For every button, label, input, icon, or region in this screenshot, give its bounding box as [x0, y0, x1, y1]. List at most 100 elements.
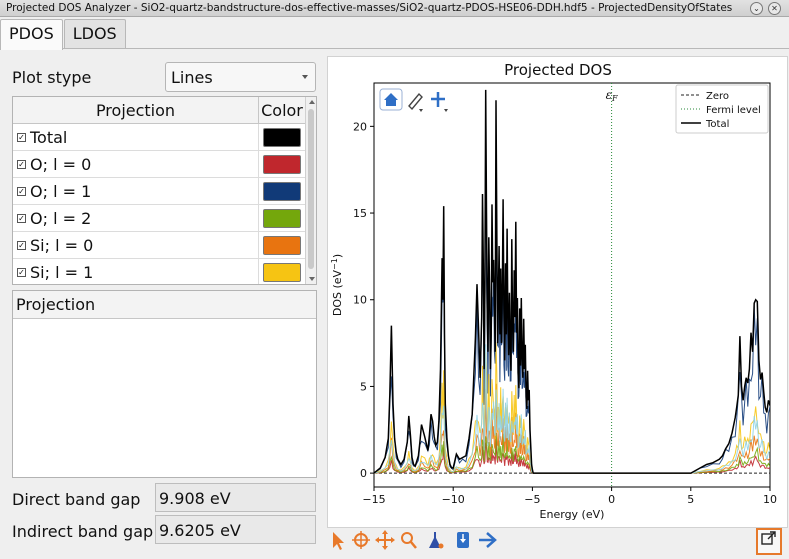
- chevron-down-icon[interactable]: ⌄: [750, 2, 763, 15]
- color-cell: [259, 151, 305, 177]
- total-series-line: [374, 89, 770, 474]
- color-cell: [259, 124, 305, 150]
- projection-label: Si; l = 0: [30, 235, 94, 255]
- chevron-down-icon: [302, 75, 308, 79]
- y-tick-label: 0: [360, 467, 367, 480]
- legend-entry: Fermi level: [706, 105, 761, 116]
- close-icon[interactable]: ✕: [768, 2, 781, 15]
- direct-gap-value: 9.908 eV: [155, 483, 316, 512]
- title-bar: Projected DOS Analyzer - SiO2-quartz-ban…: [0, 0, 789, 17]
- component-series-line: [374, 344, 770, 474]
- pointer-icon[interactable]: [333, 532, 344, 550]
- projection-cell[interactable]: ✓ O; l = 2: [13, 205, 259, 231]
- table-row: ✓ Si; l = 1: [13, 259, 305, 284]
- table-row: ✓ O; l = 2: [13, 205, 305, 232]
- checkbox[interactable]: ✓: [17, 267, 26, 277]
- color-swatch[interactable]: [263, 208, 301, 228]
- column-header-color[interactable]: Color: [259, 97, 305, 123]
- projection-label: O; l = 1: [30, 181, 92, 201]
- plot-canvas[interactable]: Projected DOS −15 −10 −5 0 5 10 0 5 10 15 20 Energy …: [327, 56, 788, 528]
- tab-ldos[interactable]: LDOS: [63, 19, 126, 48]
- table-rows: ✓ Total ✓ O; l = 0 ✓ O; l = 1 ✓ O; l = 2 ✓ Si; l …: [13, 124, 305, 284]
- color-swatch[interactable]: [263, 262, 301, 282]
- legend-entry: Total: [705, 119, 729, 130]
- color-swatch[interactable]: [263, 127, 301, 147]
- column-header-projection[interactable]: Projection: [13, 97, 259, 123]
- scroll-down-icon[interactable]: [309, 277, 315, 281]
- scroll-up-icon[interactable]: [309, 100, 315, 104]
- dos-chart: Projected DOS −15 −10 −5 0 5 10 0 5 10 15 20 Energy …: [330, 61, 777, 521]
- undock-glyph: [761, 531, 776, 545]
- scrollbar-thumb[interactable]: [308, 109, 314, 269]
- table-row: ✓ Si; l = 0: [13, 232, 305, 259]
- undock-icon[interactable]: [756, 528, 782, 555]
- y-tick-label: 15: [353, 207, 367, 220]
- table-row: ✓ O; l = 1: [13, 178, 305, 205]
- edit-caret: [419, 109, 423, 112]
- projection-details-title: Projection: [13, 291, 316, 319]
- projection-label: Total: [30, 127, 68, 147]
- projection-label: O; l = 0: [30, 154, 92, 174]
- figure-options-icon[interactable]: [429, 532, 444, 549]
- forward-icon[interactable]: [479, 532, 497, 548]
- checkbox[interactable]: ✓: [17, 186, 26, 196]
- edit-axes-icon[interactable]: [408, 92, 423, 112]
- crosshair-icon[interactable]: [352, 531, 370, 549]
- component-series-line: [374, 96, 770, 474]
- save-icon[interactable]: [457, 532, 469, 548]
- x-tick-label: −10: [442, 493, 465, 506]
- checkbox[interactable]: ✓: [17, 240, 26, 250]
- tab-pdos[interactable]: PDOS: [0, 19, 63, 50]
- table-row: ✓ Total: [13, 124, 305, 151]
- pan-icon[interactable]: [375, 530, 395, 550]
- fermi-level-label: εF: [606, 88, 618, 103]
- x-axis-label: Energy (eV): [540, 508, 605, 521]
- color-cell: [259, 232, 305, 258]
- x-tick-label: −5: [524, 493, 540, 506]
- projection-cell[interactable]: ✓ Total: [13, 124, 259, 150]
- plot-toolbar-icons: [333, 530, 497, 550]
- plot-style-value: Lines: [171, 68, 213, 87]
- table-header: Projection Color: [13, 97, 305, 124]
- tab-bar: PDOS LDOS: [0, 19, 127, 50]
- app-window: Projected DOS Analyzer - SiO2-quartz-ban…: [0, 0, 789, 559]
- add-caret: [444, 109, 448, 112]
- x-tick-label: 10: [763, 493, 777, 506]
- color-cell: [259, 178, 305, 204]
- color-swatch[interactable]: [263, 235, 301, 255]
- x-tick-label: −15: [362, 493, 385, 506]
- component-series-line: [374, 342, 770, 474]
- x-tick-label: 0: [608, 493, 615, 506]
- legend-entry: Zero: [706, 91, 729, 102]
- color-swatch[interactable]: [263, 154, 301, 174]
- projection-cell[interactable]: ✓ Si; l = 0: [13, 232, 259, 258]
- color-cell: [259, 259, 305, 284]
- table-scrollbar[interactable]: [305, 97, 316, 284]
- projection-label: Si; l = 1: [30, 262, 94, 282]
- window-title: Projected DOS Analyzer - SiO2-quartz-ban…: [6, 2, 733, 14]
- plot-style-label: Plot stype: [12, 68, 92, 87]
- projection-cell[interactable]: ✓ Si; l = 1: [13, 259, 259, 284]
- add-icon[interactable]: [431, 92, 448, 112]
- edit-glyph: [408, 92, 423, 111]
- checkbox[interactable]: ✓: [17, 159, 26, 169]
- chart-title: Projected DOS: [504, 61, 612, 79]
- home-icon[interactable]: [379, 88, 403, 111]
- y-tick-label: 10: [353, 294, 367, 307]
- y-axis-label: DOS (eV−1): [330, 254, 344, 316]
- projection-cell[interactable]: ✓ O; l = 0: [13, 151, 259, 177]
- color-swatch[interactable]: [263, 181, 301, 201]
- plot-style-select[interactable]: Lines: [165, 62, 316, 92]
- component-series-line: [374, 432, 770, 474]
- plot-toolbar: [327, 528, 788, 554]
- zoom-icon[interactable]: [401, 532, 417, 549]
- projection-cell[interactable]: ✓ O; l = 1: [13, 178, 259, 204]
- color-cell: [259, 205, 305, 231]
- checkbox[interactable]: ✓: [17, 213, 26, 223]
- projection-details-box: Projection: [12, 290, 317, 478]
- table-row: ✓ O; l = 0: [13, 151, 305, 178]
- checkbox[interactable]: ✓: [17, 132, 26, 142]
- indirect-gap-label: Indirect band gap: [12, 522, 154, 541]
- projection-table: Projection Color ✓ Total ✓ O; l = 0 ✓ O; l = …: [12, 96, 317, 285]
- indirect-gap-value: 9.6205 eV: [155, 515, 316, 544]
